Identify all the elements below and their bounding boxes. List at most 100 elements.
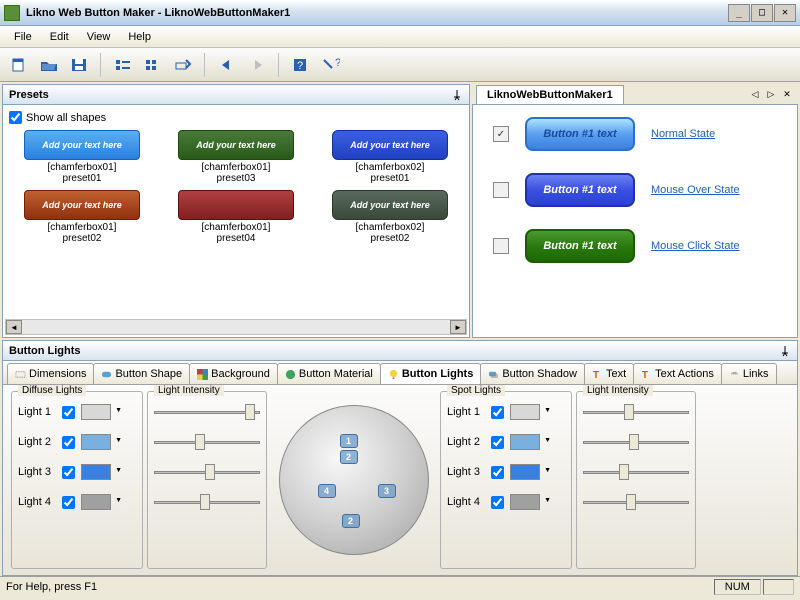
light-color-button[interactable] bbox=[510, 404, 540, 420]
preset-item[interactable]: Add your text here[chamferbox01]preset02 bbox=[9, 190, 155, 244]
tab-close-icon[interactable]: ✕ bbox=[780, 87, 794, 101]
preset-button[interactable]: Add your text here bbox=[332, 190, 448, 220]
normal-state-button[interactable]: Button #1 text bbox=[525, 117, 635, 151]
menu-edit[interactable]: Edit bbox=[42, 29, 77, 45]
scroll-left-icon[interactable]: ◄ bbox=[6, 320, 22, 334]
preview-tab[interactable]: LiknoWebButtonMaker1 bbox=[476, 85, 624, 104]
mouseover-state-button[interactable]: Button #1 text bbox=[525, 173, 635, 207]
light-marker-1[interactable]: 1 bbox=[340, 434, 358, 448]
tab-text[interactable]: TText bbox=[584, 363, 634, 384]
spot-lights-group: Spot Lights Light 1Light 2Light 3Light 4 bbox=[440, 391, 572, 569]
presets-scrollbar[interactable]: ◄ ► bbox=[5, 319, 467, 335]
light-label: Light 3 bbox=[18, 466, 56, 478]
intensity-slider[interactable] bbox=[583, 402, 689, 422]
slider-thumb[interactable] bbox=[245, 404, 255, 420]
tool-btn-3[interactable] bbox=[170, 52, 196, 78]
mouseclick-state-checkbox[interactable] bbox=[493, 238, 509, 254]
help-button[interactable]: ? bbox=[288, 52, 314, 78]
preset-button[interactable]: Add your text here bbox=[24, 190, 140, 220]
mouseover-state-link[interactable]: Mouse Over State bbox=[651, 184, 740, 196]
tab-links[interactable]: Links bbox=[721, 363, 777, 384]
slider-thumb[interactable] bbox=[200, 494, 210, 510]
pin-icon[interactable] bbox=[779, 345, 791, 357]
intensity-slider[interactable] bbox=[583, 492, 689, 512]
slider-thumb[interactable] bbox=[624, 404, 634, 420]
tool-btn-1[interactable] bbox=[110, 52, 136, 78]
tab-prev-icon[interactable]: ◁ bbox=[748, 87, 762, 101]
menu-view[interactable]: View bbox=[79, 29, 119, 45]
light-checkbox[interactable] bbox=[62, 496, 75, 509]
preset-item[interactable]: Add your text here[chamferbox01]preset03 bbox=[163, 130, 309, 184]
light-color-button[interactable] bbox=[81, 464, 111, 480]
light-color-button[interactable] bbox=[81, 494, 111, 510]
light-marker-2[interactable]: 2 bbox=[340, 450, 358, 464]
mouseover-state-checkbox[interactable] bbox=[493, 182, 509, 198]
light-color-button[interactable] bbox=[81, 434, 111, 450]
intensity-slider[interactable] bbox=[583, 462, 689, 482]
light-checkbox[interactable] bbox=[491, 436, 504, 449]
light-color-button[interactable] bbox=[510, 494, 540, 510]
tab-button-shape[interactable]: Button Shape bbox=[93, 363, 190, 384]
forward-button[interactable] bbox=[244, 52, 270, 78]
preset-caption: [chamferbox01]preset01 bbox=[48, 162, 117, 184]
close-button[interactable]: ✕ bbox=[774, 4, 796, 22]
light-color-button[interactable] bbox=[510, 464, 540, 480]
tab-button-shadow[interactable]: Button Shadow bbox=[480, 363, 585, 384]
mouseclick-state-button[interactable]: Button #1 text bbox=[525, 229, 635, 263]
light-marker-5[interactable]: 2 bbox=[342, 514, 360, 528]
tool-btn-2[interactable] bbox=[140, 52, 166, 78]
tab-text-actions[interactable]: TText Actions bbox=[633, 363, 722, 384]
slider-thumb[interactable] bbox=[205, 464, 215, 480]
preset-button[interactable]: Add your text here bbox=[332, 130, 448, 160]
light-checkbox[interactable] bbox=[491, 496, 504, 509]
intensity-slider[interactable] bbox=[154, 432, 260, 452]
minimize-button[interactable]: _ bbox=[728, 4, 750, 22]
tab-next-icon[interactable]: ▷ bbox=[764, 87, 778, 101]
tab-background[interactable]: Background bbox=[189, 363, 278, 384]
normal-state-link[interactable]: Normal State bbox=[651, 128, 715, 140]
tab-button-lights[interactable]: Button Lights bbox=[380, 363, 481, 384]
light-color-button[interactable] bbox=[81, 404, 111, 420]
light-row: Light 3 bbox=[18, 462, 136, 482]
light-checkbox[interactable] bbox=[62, 436, 75, 449]
pin-icon[interactable] bbox=[451, 89, 463, 101]
maximize-button[interactable]: □ bbox=[751, 4, 773, 22]
light-checkbox[interactable] bbox=[491, 466, 504, 479]
light-checkbox[interactable] bbox=[62, 466, 75, 479]
intensity-slider[interactable] bbox=[154, 402, 260, 422]
preset-button[interactable]: Add your text here bbox=[24, 130, 140, 160]
new-button[interactable] bbox=[6, 52, 32, 78]
slider-thumb[interactable] bbox=[629, 434, 639, 450]
back-button[interactable] bbox=[214, 52, 240, 78]
preset-item[interactable]: Add your text here[chamferbox02]preset01 bbox=[317, 130, 463, 184]
tab-dimensions[interactable]: Dimensions bbox=[7, 363, 94, 384]
light-marker-4[interactable]: 4 bbox=[318, 484, 336, 498]
slider-thumb[interactable] bbox=[195, 434, 205, 450]
save-button[interactable] bbox=[66, 52, 92, 78]
open-button[interactable] bbox=[36, 52, 62, 78]
light-marker-3[interactable]: 3 bbox=[378, 484, 396, 498]
preset-button[interactable]: Add your text here bbox=[178, 130, 294, 160]
slider-thumb[interactable] bbox=[626, 494, 636, 510]
light-checkbox[interactable] bbox=[491, 406, 504, 419]
menu-help[interactable]: Help bbox=[120, 29, 159, 45]
preset-item[interactable]: Add your text here[chamferbox01]preset01 bbox=[9, 130, 155, 184]
light-sphere[interactable]: 1 2 4 3 2 bbox=[279, 405, 429, 555]
context-help-button[interactable]: ? bbox=[318, 52, 344, 78]
intensity-slider[interactable] bbox=[154, 492, 260, 512]
light-checkbox[interactable] bbox=[62, 406, 75, 419]
preset-item[interactable]: [chamferbox01]preset04 bbox=[163, 190, 309, 244]
intensity-slider[interactable] bbox=[154, 462, 260, 482]
menu-file[interactable]: File bbox=[6, 29, 40, 45]
tab-button-material[interactable]: Button Material bbox=[277, 363, 381, 384]
mouseclick-state-link[interactable]: Mouse Click State bbox=[651, 240, 740, 252]
light-label: Light 1 bbox=[18, 406, 56, 418]
light-color-button[interactable] bbox=[510, 434, 540, 450]
normal-state-checkbox[interactable]: ✓ bbox=[493, 126, 509, 142]
slider-thumb[interactable] bbox=[619, 464, 629, 480]
intensity-slider[interactable] bbox=[583, 432, 689, 452]
show-all-shapes-checkbox[interactable] bbox=[9, 111, 22, 124]
preset-item[interactable]: Add your text here[chamferbox02]preset02 bbox=[317, 190, 463, 244]
preset-button[interactable] bbox=[178, 190, 294, 220]
scroll-right-icon[interactable]: ► bbox=[450, 320, 466, 334]
